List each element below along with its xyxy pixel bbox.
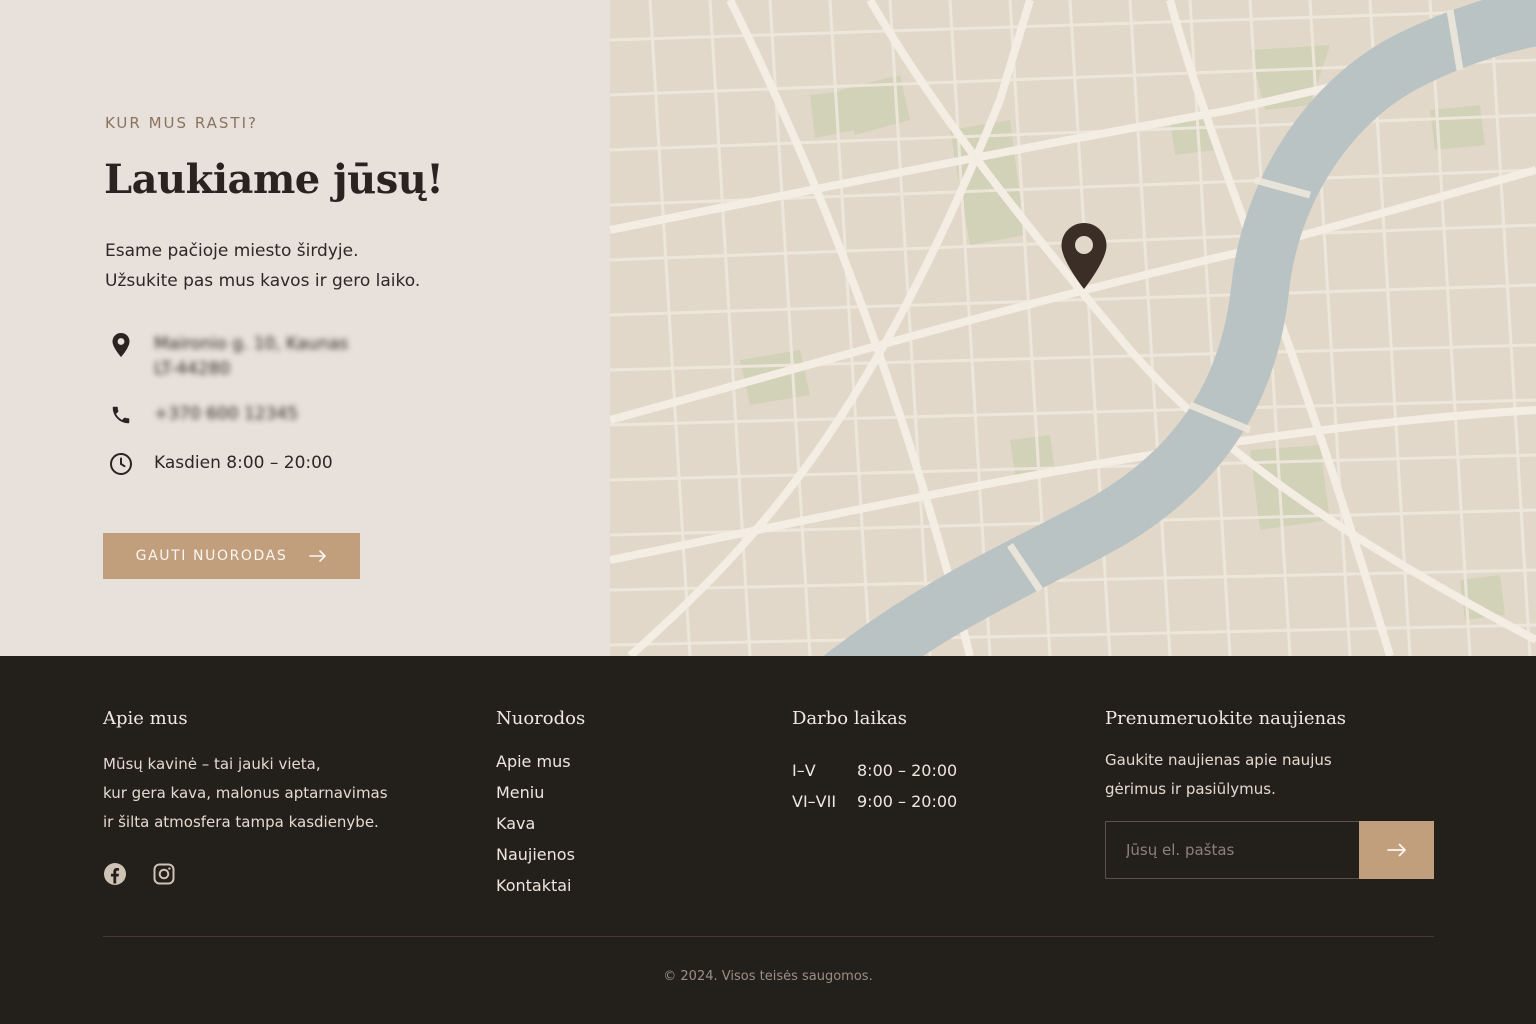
footer-link-news[interactable]: Naujienos	[496, 839, 575, 870]
map-background	[610, 0, 1536, 656]
copyright-text: © 2024. Visos teisės saugomos.	[663, 969, 873, 984]
intro-line: Užsukite pas mus kavos ir gero laiko.	[105, 271, 421, 291]
page-title: Laukiame jūsų!	[104, 156, 444, 203]
location-map[interactable]	[610, 0, 1536, 656]
newsletter-line: Gaukite naujienas apie naujus	[1105, 751, 1332, 769]
footer-link-contacts[interactable]: Kontaktai	[496, 870, 575, 901]
location-info-panel: KUR MUS RASTI? Laukiame jūsų! Esame pači…	[0, 0, 610, 656]
footer-nav: Apie mus Meniu Kava Naujienos Kontaktai	[496, 746, 575, 901]
newsletter-form	[1105, 821, 1434, 879]
address-line: Maironio g. 10, Kaunas	[154, 334, 349, 354]
hours-title: Darbo laikas	[792, 708, 907, 729]
map-pin-icon[interactable]	[1060, 222, 1108, 294]
map-pin-icon	[105, 332, 137, 358]
arrow-right-icon	[1386, 843, 1406, 857]
address-line: LT-44280	[154, 359, 231, 379]
footer-link-menu[interactable]: Meniu	[496, 777, 575, 808]
hours-text: Kasdien 8:00 – 20:00	[154, 453, 333, 473]
location-section: KUR MUS RASTI? Laukiame jūsų! Esame pači…	[0, 0, 1536, 656]
subscribe-button[interactable]	[1359, 821, 1434, 879]
arrow-right-icon	[309, 550, 327, 562]
hours-table-row: VI–VII 9:00 – 20:00	[792, 786, 957, 817]
hours-time: 9:00 – 20:00	[857, 792, 958, 811]
intro-line: Esame pačioje miesto širdyje.	[105, 241, 359, 261]
clock-icon	[105, 451, 137, 477]
hours-row: Kasdien 8:00 – 20:00	[105, 451, 333, 477]
about-line: Mūsų kavinė – tai jauki vieta,	[103, 755, 321, 773]
address-row: Maironio g. 10, Kaunas LT-44280	[105, 332, 348, 382]
get-directions-label: GAUTI NUORODAS	[135, 548, 288, 564]
address-text: Maironio g. 10, Kaunas LT-44280	[154, 332, 348, 382]
about-line: ir šilta atmosfera tampa kasdienybe.	[103, 813, 379, 831]
phone-row: +370 600 12345	[105, 402, 298, 428]
phone-icon	[105, 402, 137, 428]
email-field[interactable]	[1105, 821, 1359, 879]
links-title: Nuorodos	[496, 708, 586, 729]
newsletter-line: gėrimus ir pasiūlymus.	[1105, 780, 1276, 798]
footer-link-about[interactable]: Apie mus	[496, 746, 575, 777]
hours-table: I–V 8:00 – 20:00 VI–VII 9:00 – 20:00	[792, 755, 957, 817]
hours-days: VI–VII	[792, 792, 837, 811]
phone-text[interactable]: +370 600 12345	[154, 402, 298, 427]
hours-time: 8:00 – 20:00	[857, 761, 958, 780]
get-directions-button[interactable]: GAUTI NUORODAS	[103, 533, 360, 579]
newsletter-text: Gaukite naujienas apie naujus gėrimus ir…	[1105, 746, 1332, 804]
site-footer: Apie mus Mūsų kavinė – tai jauki vieta, …	[0, 656, 1536, 1024]
hours-days: I–V	[792, 761, 816, 780]
instagram-icon[interactable]	[152, 862, 176, 886]
intro-text: Esame pačioje miesto širdyje. Užsukite p…	[105, 236, 420, 296]
hours-table-row: I–V 8:00 – 20:00	[792, 755, 957, 786]
footer-link-coffee[interactable]: Kava	[496, 808, 575, 839]
about-line: kur gera kava, malonus aptarnavimas	[103, 784, 388, 802]
newsletter-title: Prenumeruokite naujienas	[1105, 708, 1347, 729]
facebook-icon[interactable]	[103, 862, 127, 886]
about-text: Mūsų kavinė – tai jauki vieta, kur gera …	[103, 750, 388, 837]
section-eyebrow: KUR MUS RASTI?	[105, 114, 258, 132]
about-title: Apie mus	[103, 708, 188, 729]
social-links	[103, 862, 176, 886]
footer-divider	[103, 936, 1434, 937]
